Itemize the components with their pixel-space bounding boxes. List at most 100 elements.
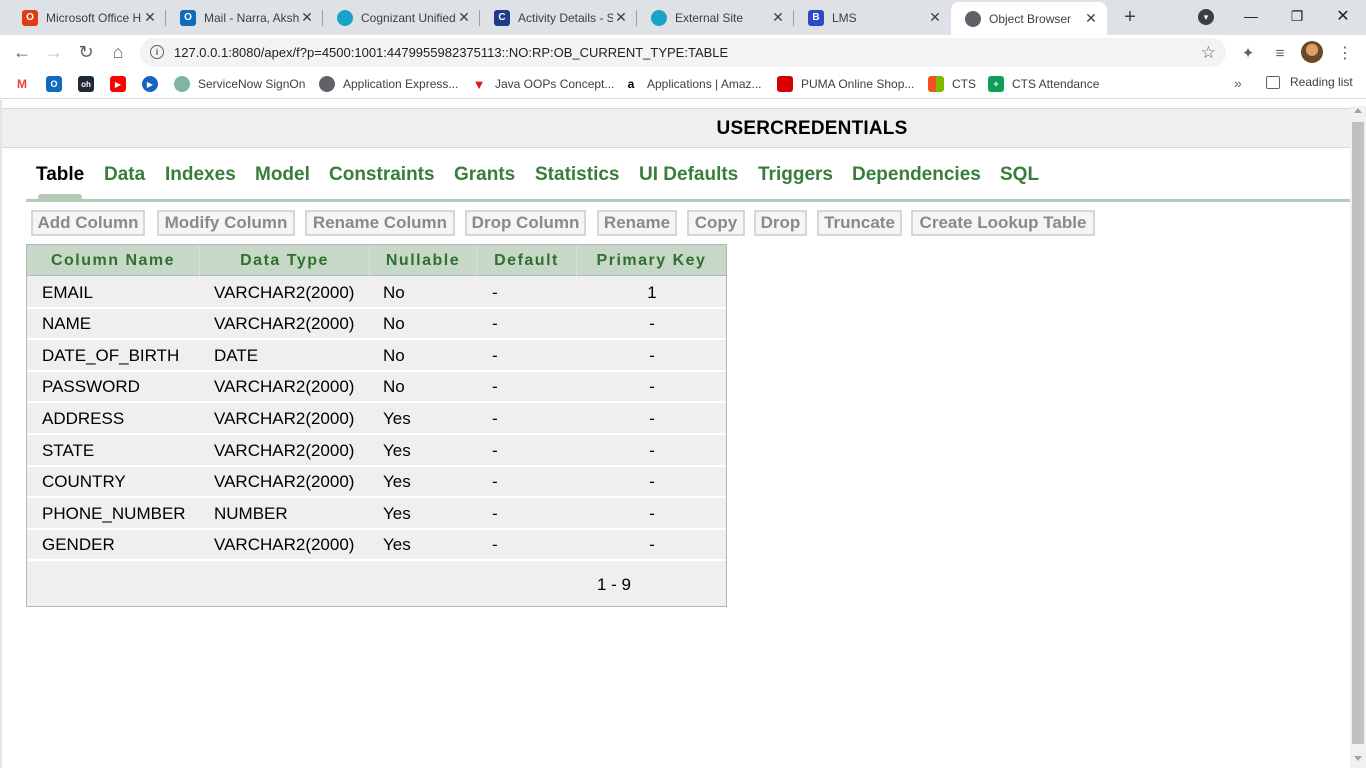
scroll-down-arrow-icon[interactable]	[1354, 756, 1362, 761]
new-tab-button[interactable]: +	[1119, 6, 1141, 28]
close-icon[interactable]: ✕	[927, 9, 943, 26]
cell-primary-key: -	[649, 314, 655, 334]
bookmark-item[interactable]: ▼ Java OOPs Concept...	[471, 75, 614, 93]
tab-ui-defaults[interactable]: UI Defaults	[639, 164, 738, 186]
table-row: ADDRESS VARCHAR2(2000) Yes - -	[27, 403, 726, 435]
column-header[interactable]: Default	[477, 245, 577, 276]
browser-tab[interactable]: B LMS ✕	[794, 0, 951, 35]
profile-avatar[interactable]	[1301, 41, 1323, 63]
browser-tab[interactable]: Cognizant Unified ✕	[323, 0, 480, 35]
column-header[interactable]: Data Type	[200, 245, 370, 276]
reading-list-button[interactable]: Reading list	[1266, 75, 1353, 89]
rename-column-button[interactable]: Rename Column	[305, 210, 455, 236]
forward-arrow-icon[interactable]: →	[43, 41, 65, 63]
tab-sql[interactable]: SQL	[1000, 164, 1039, 186]
home-icon[interactable]: ⌂	[107, 41, 129, 63]
cell-column-name: STATE	[42, 440, 95, 460]
bookmark-item[interactable]: ▶	[142, 75, 158, 93]
bookmark-item[interactable]: PUMA Online Shop...	[777, 75, 914, 93]
url-text[interactable]: 127.0.0.1:8080/apex/f?p=4500:1001:447995…	[174, 45, 728, 60]
reload-icon[interactable]: ↻	[75, 41, 97, 63]
cell-column-name: DATE_OF_BIRTH	[42, 345, 180, 365]
modify-column-button[interactable]: Modify Column	[157, 210, 295, 236]
tab-title: Object Browser	[989, 11, 1072, 26]
column-header[interactable]: Nullable	[370, 245, 477, 276]
create-lookup-table-button[interactable]: Create Lookup Table	[911, 210, 1095, 236]
object-title-bar: USERCREDENTIALS	[2, 108, 1350, 148]
column-header[interactable]: Column Name	[27, 245, 200, 276]
cell-nullable: Yes	[383, 503, 411, 523]
bookmark-item[interactable]: ▶	[110, 75, 126, 93]
close-icon[interactable]: ✕	[770, 9, 786, 26]
scrollbar-thumb[interactable]	[1352, 122, 1364, 744]
tab-model[interactable]: Model	[255, 164, 310, 186]
tab-title: LMS	[832, 10, 857, 25]
outlook-icon: O	[180, 9, 196, 26]
cell-data-type: VARCHAR2(2000)	[214, 535, 355, 555]
bookmark-label: Java OOPs Concept...	[495, 77, 615, 91]
browser-tab-active[interactable]: Object Browser ✕	[951, 2, 1107, 35]
sheets-icon: +	[988, 76, 1004, 92]
add-column-button[interactable]: Add Column	[31, 210, 145, 236]
tab-triggers[interactable]: Triggers	[758, 164, 833, 186]
bookmark-label: Application Express...	[343, 77, 459, 91]
scroll-up-arrow-icon[interactable]	[1354, 108, 1362, 113]
rename-button[interactable]: Rename	[597, 210, 677, 236]
menu-kebab-icon[interactable]: ⋮	[1335, 43, 1355, 63]
bookmark-item[interactable]: CTS	[928, 75, 976, 93]
tab-indexes[interactable]: Indexes	[165, 164, 236, 186]
bookmark-item[interactable]: a Applications | Amaz...	[623, 75, 762, 93]
more-bookmarks-icon[interactable]: »	[1234, 75, 1242, 91]
bookmark-item[interactable]: oh	[78, 75, 94, 93]
media-control-icon[interactable]: ≡	[1270, 43, 1290, 63]
column-header[interactable]: Primary Key	[577, 245, 726, 276]
bookmark-item[interactable]: ServiceNow SignOn	[174, 75, 305, 93]
browser-tab[interactable]: External Site ✕	[637, 0, 794, 35]
tab-search-icon[interactable]: ▾	[1198, 9, 1214, 25]
back-arrow-icon[interactable]: ←	[11, 41, 33, 63]
close-icon[interactable]: ✕	[456, 9, 472, 26]
browser-tab[interactable]: C Activity Details - S ✕	[480, 0, 637, 35]
tab-title: Activity Details - S	[518, 10, 613, 25]
cell-default: -	[492, 345, 498, 365]
cell-primary-key: 1	[647, 282, 657, 302]
browser-tab[interactable]: O Microsoft Office H ✕	[8, 0, 166, 35]
copy-button[interactable]: Copy	[687, 210, 745, 236]
table-row: DATE_OF_BIRTH DATE No - -	[27, 340, 726, 372]
cell-default: -	[492, 408, 498, 428]
object-subtabs: Table Data Indexes Model Constraints Gra…	[26, 160, 1350, 202]
tab-dependencies[interactable]: Dependencies	[852, 164, 981, 186]
tab-constraints[interactable]: Constraints	[329, 164, 435, 186]
drop-column-button[interactable]: Drop Column	[465, 210, 586, 236]
cell-data-type: VARCHAR2(2000)	[214, 440, 355, 460]
close-icon[interactable]: ✕	[299, 9, 315, 26]
browser-tab[interactable]: O Mail - Narra, Akshi ✕	[166, 0, 323, 35]
tab-grants[interactable]: Grants	[454, 164, 515, 186]
bookmark-item[interactable]: + CTS Attendance	[988, 75, 1099, 93]
cell-data-type: VARCHAR2(2000)	[214, 314, 355, 334]
cognizant-icon	[337, 9, 353, 26]
extensions-icon[interactable]: ✦	[1238, 43, 1258, 63]
close-icon[interactable]: ✕	[142, 9, 158, 26]
truncate-button[interactable]: Truncate	[817, 210, 902, 236]
cell-primary-key: -	[649, 472, 655, 492]
tab-data[interactable]: Data	[104, 164, 145, 186]
bookmark-item[interactable]: O	[46, 75, 62, 93]
youtube-icon: ▶	[110, 76, 126, 92]
tab-statistics[interactable]: Statistics	[535, 164, 619, 186]
amazon-icon: a	[623, 76, 639, 92]
address-bar[interactable]: i 127.0.0.1:8080/apex/f?p=4500:1001:4479…	[140, 38, 1226, 67]
minimize-button[interactable]: —	[1236, 4, 1266, 28]
restore-button[interactable]: ❐	[1282, 4, 1312, 28]
close-window-button[interactable]: ✕	[1328, 4, 1358, 28]
b-icon: B	[808, 9, 824, 26]
bookmark-star-icon[interactable]: ☆	[1201, 43, 1216, 63]
info-icon[interactable]: i	[150, 45, 164, 59]
drop-button[interactable]: Drop	[754, 210, 807, 236]
bookmark-item[interactable]: M	[14, 75, 30, 93]
close-icon[interactable]: ✕	[613, 9, 629, 26]
tab-table[interactable]: Table	[36, 164, 84, 186]
pagination-range: 1 - 9	[597, 575, 632, 594]
bookmark-item[interactable]: Application Express...	[319, 75, 458, 93]
close-icon[interactable]: ✕	[1083, 10, 1099, 27]
